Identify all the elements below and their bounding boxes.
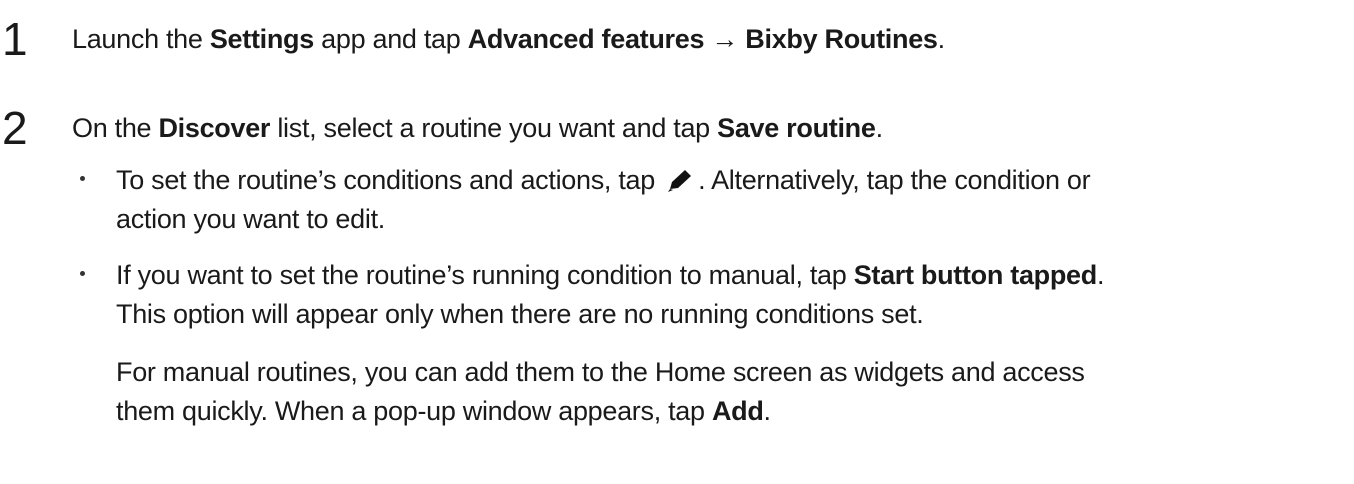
step-number: 2	[2, 102, 28, 154]
ui-term-discover: Discover	[158, 113, 271, 143]
bullet-text-part: .	[1096, 260, 1105, 290]
step-text: On the Discover list, select a routine y…	[72, 111, 883, 145]
ui-term-path: Advanced features → Bixby Routines	[467, 24, 938, 54]
note-text-part: them quickly. When a pop-up window appea…	[116, 396, 712, 426]
step-1: 1 Launch the Settings app and tap Advanc…	[0, 16, 1354, 62]
pencil-icon	[666, 165, 696, 192]
step-text: Launch the Settings app and tap Advanced…	[72, 22, 945, 56]
bullet-text-part: action you want to edit.	[116, 204, 385, 234]
bullet-dot	[80, 176, 85, 181]
step-text-part: app and tap	[313, 24, 468, 54]
manual-routines-note: For manual routines, you can add them to…	[116, 353, 1085, 431]
step-text-part: Launch the	[72, 24, 210, 54]
bullet-text-part: If you want to set the routine’s running…	[116, 260, 854, 290]
bullet-item-edit: To set the routine’s conditions and acti…	[80, 161, 1350, 241]
bullet-dot	[80, 271, 85, 276]
step-text-part: .	[937, 24, 946, 54]
bullet-text: To set the routine’s conditions and acti…	[116, 161, 1091, 239]
note-text-part: .	[763, 396, 772, 426]
step-text-part: list, select a routine you want and tap	[270, 113, 718, 143]
step-text-part: .	[875, 113, 884, 143]
bullet-text: If you want to set the routine’s running…	[116, 256, 1104, 334]
ui-term-save-routine: Save routine	[717, 113, 876, 143]
ui-term-start-button-tapped: Start button tapped	[853, 260, 1098, 290]
step-text-part: On the	[72, 113, 159, 143]
bullet-text-part: . Alternatively, tap the condition or	[698, 165, 1091, 195]
bullet-item-manual: If you want to set the routine’s running…	[80, 256, 1350, 336]
bullet-text-part: To set the routine’s conditions and acti…	[116, 165, 663, 195]
note-text-part: For manual routines, you can add them to…	[116, 357, 1085, 387]
step-number: 1	[2, 13, 28, 65]
ui-term-settings: Settings	[209, 24, 314, 54]
ui-term-add: Add	[711, 396, 764, 426]
bullet-text-part: This option will appear only when there …	[116, 299, 924, 329]
step-2: 2 On the Discover list, select a routine…	[0, 105, 1354, 151]
